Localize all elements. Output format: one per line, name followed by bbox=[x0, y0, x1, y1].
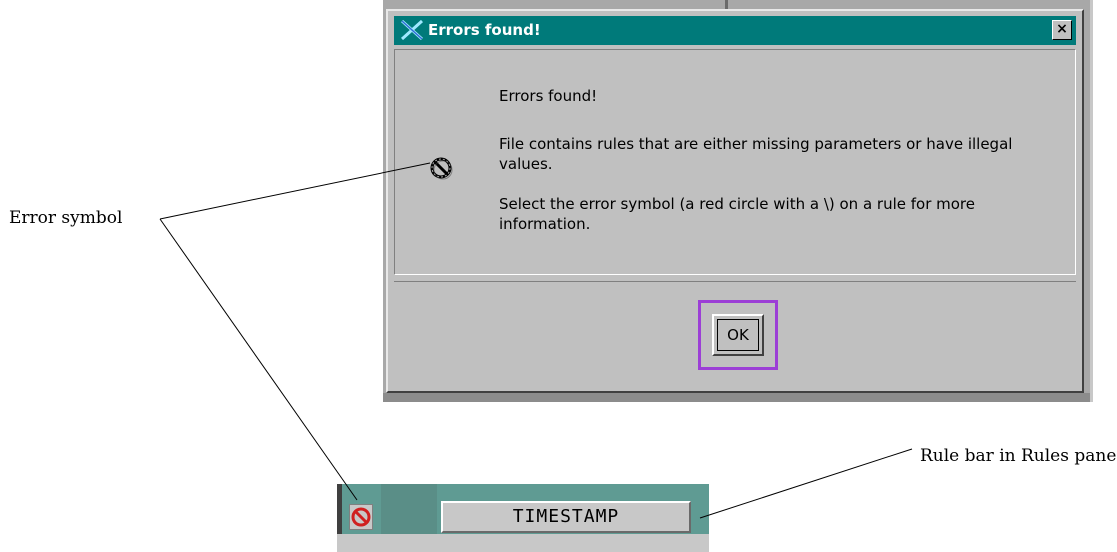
x-app-icon bbox=[400, 19, 424, 41]
message-body: File contains rules that are either miss… bbox=[499, 135, 1013, 173]
rule-bar-segment bbox=[381, 484, 437, 534]
close-icon: × bbox=[1056, 21, 1068, 37]
errors-dialog: Errors found! × Errors found! File conta… bbox=[386, 9, 1084, 393]
callout-line-rulebar bbox=[159, 218, 358, 501]
dialog-titlebar[interactable]: Errors found! × bbox=[394, 16, 1076, 45]
dialog-message-area: Errors found! File contains rules that a… bbox=[394, 49, 1076, 275]
rule-error-button[interactable] bbox=[349, 504, 373, 530]
error-symbol-icon bbox=[430, 157, 453, 180]
dialog-footer: OK bbox=[394, 281, 1076, 385]
dialog-title: Errors found! bbox=[428, 21, 541, 39]
ok-button-label: OK bbox=[717, 319, 759, 351]
background-window-bottom bbox=[383, 393, 1090, 402]
message-hint: Select the error symbol (a red circle wi… bbox=[499, 195, 976, 233]
ok-button[interactable]: OK bbox=[712, 314, 764, 356]
rule-name-button[interactable]: TIMESTAMP bbox=[441, 501, 691, 533]
callout-error-symbol: Error symbol bbox=[9, 208, 123, 228]
message-heading: Errors found! bbox=[499, 87, 598, 105]
rule-bar: TIMESTAMP bbox=[337, 484, 709, 552]
callout-line-rule bbox=[699, 448, 913, 519]
error-symbol-icon bbox=[351, 507, 371, 527]
ok-button-highlight: OK bbox=[698, 300, 778, 370]
callout-rule-bar: Rule bar in Rules pane bbox=[920, 446, 1117, 466]
close-button[interactable]: × bbox=[1052, 20, 1072, 40]
